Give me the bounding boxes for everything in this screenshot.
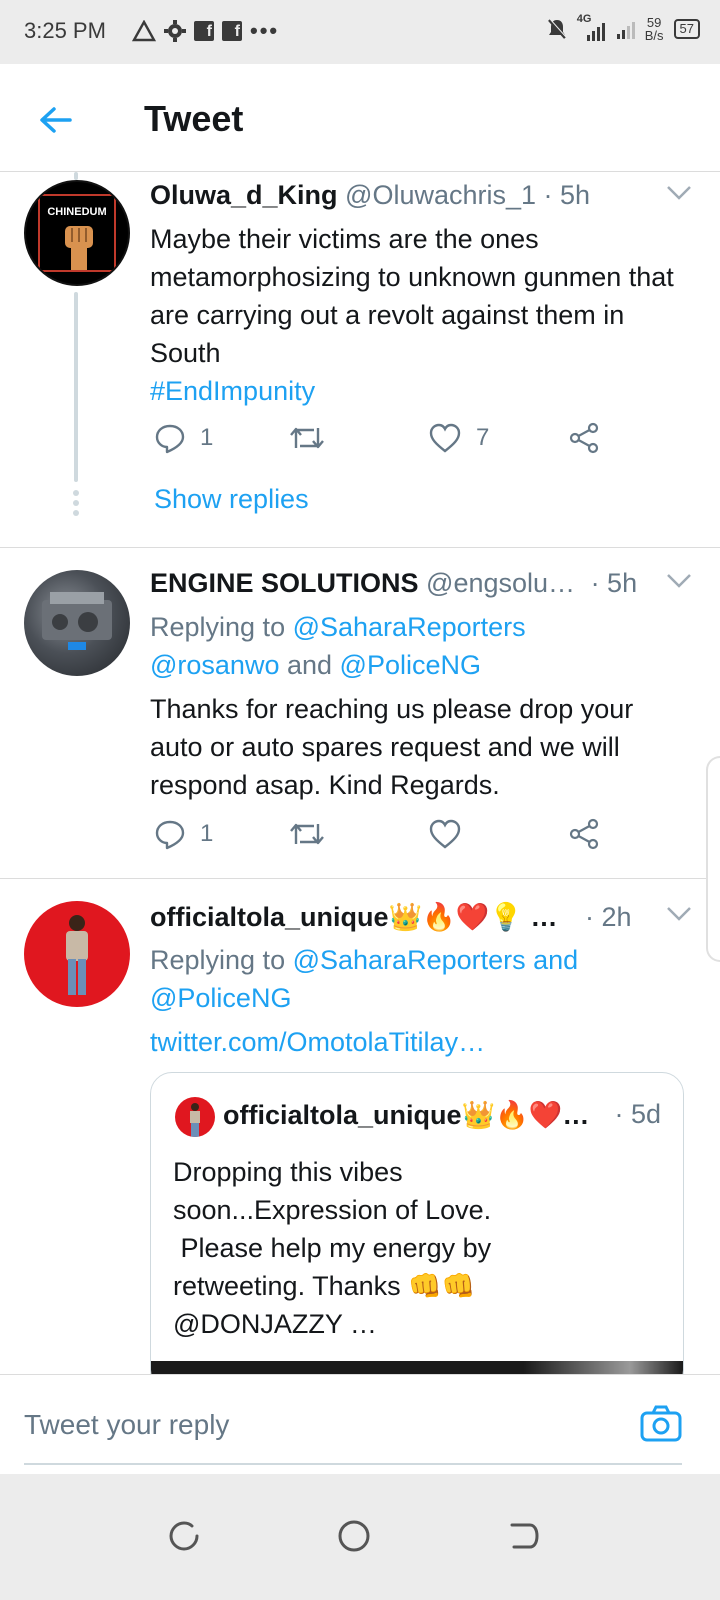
facebook-icon: f (194, 21, 214, 41)
retweet-icon (290, 823, 324, 845)
mention-link[interactable]: @PoliceNG (340, 650, 481, 680)
home-icon[interactable] (336, 1518, 372, 1554)
tweet[interactable]: ENGINE SOLUTIONS @engsolu… · 5h Replying… (0, 548, 720, 878)
more-notifications-icon: ••• (250, 18, 280, 43)
quote-text: Dropping this vibes soon...Expression of… (173, 1157, 492, 1339)
page-title: Tweet (144, 98, 244, 139)
scroll-handle[interactable] (706, 756, 720, 962)
reply-bar: Tweet your reply (0, 1374, 720, 1474)
mention-link[interactable]: @SaharaReporters (293, 612, 526, 642)
tweet-text: Thanks for reaching us please drop your … (150, 694, 634, 800)
heart-icon (429, 819, 461, 849)
recent-apps-icon[interactable] (166, 1518, 202, 1554)
warning-icon (132, 20, 156, 42)
share-icon (569, 422, 599, 454)
quote-meta: officialtola_unique👑🔥❤️… · 5d (223, 1099, 661, 1131)
mention-link[interactable]: @PoliceNG (150, 983, 291, 1013)
hashtag-link[interactable]: #EndImpunity (150, 372, 692, 410)
tweet-time: · 5h (543, 180, 591, 210)
battery-indicator: 57 (673, 19, 700, 39)
system-nav-bar (0, 1474, 720, 1600)
like-button[interactable] (428, 818, 462, 850)
chevron-down-icon[interactable] (666, 572, 692, 590)
share-button[interactable] (568, 422, 600, 454)
mention-link[interactable]: @rosanwo (150, 650, 279, 680)
reply-icon (155, 424, 185, 454)
user-name[interactable]: Oluwa_d_King (150, 180, 338, 210)
reply-icon (155, 820, 185, 850)
chevron-down-icon[interactable] (666, 184, 692, 202)
external-link[interactable]: twitter.com/OmotolaTitilay… (150, 1023, 692, 1061)
reply-count: 1 (200, 820, 214, 847)
mention-link[interactable]: @SaharaReporters (293, 945, 526, 975)
back-icon[interactable] (506, 1518, 542, 1554)
tweet-time: · 5h (590, 568, 638, 598)
replying-to: Replying to @SaharaReporters @rosanwo an… (150, 612, 526, 680)
tweet-meta: officialtola_unique👑🔥❤️💡 … · 2h (150, 901, 692, 935)
retweet-icon (290, 427, 324, 449)
heart-icon (429, 423, 461, 453)
tweet-text: Maybe their victims are the ones metamor… (150, 224, 674, 368)
retweet-button[interactable] (288, 422, 326, 454)
app-header: Tweet (0, 64, 720, 172)
back-arrow-icon[interactable] (36, 100, 76, 140)
tweet-time: · 2h (585, 902, 632, 932)
reply-input[interactable]: Tweet your reply (24, 1409, 229, 1441)
avatar[interactable]: CHINEDUM (24, 180, 130, 286)
fist-icon (65, 226, 93, 270)
user-handle[interactable]: @Oluwachris_1 (345, 180, 536, 210)
mute-icon (547, 18, 567, 39)
reply-input-underline (24, 1463, 682, 1465)
quote-avatar[interactable] (175, 1097, 215, 1137)
tweet-meta: Oluwa_d_King @Oluwachris_1 · 5h (150, 180, 692, 214)
like-button[interactable]: 7 (428, 422, 489, 454)
tweet-meta: ENGINE SOLUTIONS @engsolu… · 5h (150, 568, 692, 602)
avatar[interactable] (24, 901, 130, 1007)
user-name[interactable]: ENGINE SOLUTIONS (150, 568, 419, 598)
quoted-tweet[interactable]: officialtola_unique👑🔥❤️… · 5d Dropping t… (150, 1072, 684, 1392)
replying-to: Replying to @SaharaReporters and @Police… (150, 945, 579, 1013)
status-bar: 3:25 PM f f ••• 4G 59 B/s 57 (0, 0, 720, 64)
person-photo (66, 915, 88, 995)
tweet[interactable]: CHINEDUM Oluwa_d_King @Oluwachris_1 · 5h… (0, 172, 720, 548)
show-replies-link[interactable]: Show replies (154, 484, 309, 515)
quote-user-name[interactable]: officialtola_unique👑🔥❤️… (223, 1100, 589, 1130)
user-name[interactable]: officialtola_unique👑🔥❤️💡 … (150, 902, 558, 932)
mobile-signal-icon: 4G (577, 13, 607, 41)
signal-icon (616, 19, 635, 39)
status-time: 3:25 PM (24, 18, 106, 43)
user-handle[interactable]: @engsolu… (426, 568, 575, 598)
chevron-down-icon[interactable] (666, 905, 692, 923)
reply-count: 1 (200, 424, 214, 451)
facebook-icon: f (222, 21, 242, 41)
share-icon (569, 818, 599, 850)
quote-time: · 5d (614, 1099, 661, 1129)
network-speed: 59 B/s (644, 15, 664, 43)
retweet-button[interactable] (288, 818, 326, 850)
avatar-label: CHINEDUM (47, 206, 107, 218)
camera-icon[interactable] (640, 1405, 682, 1443)
notification-icons: f f ••• (132, 18, 279, 44)
engine-image (42, 592, 112, 650)
like-count: 7 (476, 424, 490, 451)
person-photo (190, 1103, 200, 1137)
avatar[interactable] (24, 570, 130, 676)
reply-button[interactable]: 1 (154, 818, 213, 850)
share-button[interactable] (568, 818, 600, 850)
settings-icon (164, 20, 186, 42)
reply-button[interactable]: 1 (154, 422, 213, 454)
